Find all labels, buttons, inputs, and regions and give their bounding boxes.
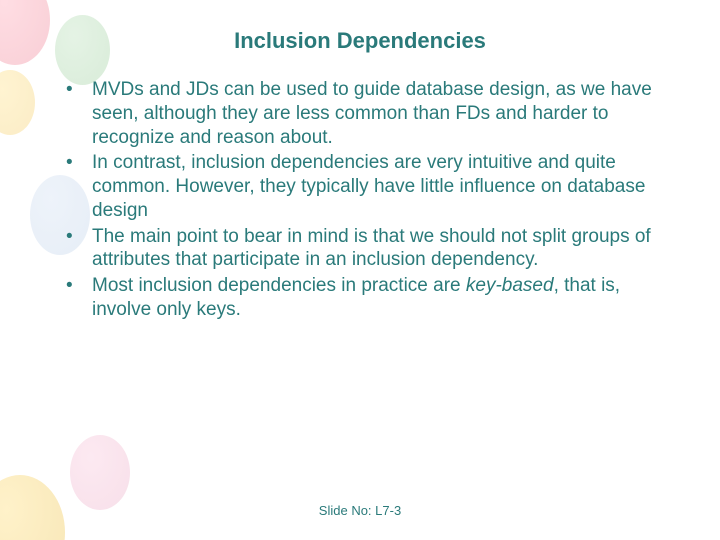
bullet-text: In contrast, inclusion dependencies are … bbox=[92, 152, 645, 221]
bullet-text-em: key-based bbox=[466, 275, 554, 296]
list-item: In contrast, inclusion dependencies are … bbox=[64, 151, 680, 222]
bullet-list: MVDs and JDs can be used to guide databa… bbox=[40, 78, 680, 322]
slide-footer: Slide No: L7-3 bbox=[0, 503, 720, 518]
list-item: The main point to bear in mind is that w… bbox=[64, 225, 680, 273]
slide-content: Inclusion Dependencies MVDs and JDs can … bbox=[0, 0, 720, 322]
slide-title: Inclusion Dependencies bbox=[40, 28, 680, 54]
bullet-text: MVDs and JDs can be used to guide databa… bbox=[92, 79, 652, 148]
list-item: Most inclusion dependencies in practice … bbox=[64, 274, 680, 322]
list-item: MVDs and JDs can be used to guide databa… bbox=[64, 78, 680, 149]
bullet-text: The main point to bear in mind is that w… bbox=[92, 226, 651, 271]
bullet-text-pre: Most inclusion dependencies in practice … bbox=[92, 275, 466, 296]
balloon-icon bbox=[70, 435, 130, 510]
